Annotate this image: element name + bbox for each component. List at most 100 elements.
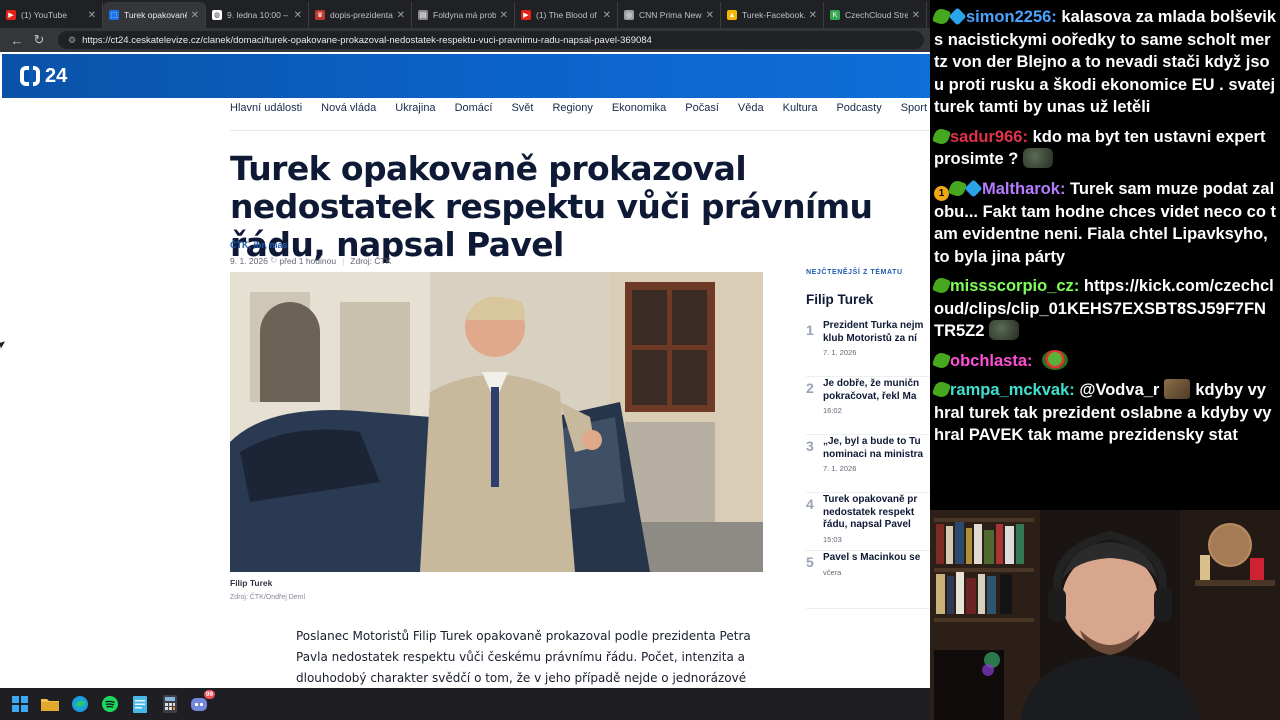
browser-tab[interactable]: ◍ 9. ledna 10:00 – Sl ✕ (206, 2, 309, 28)
username-separator: : (1022, 127, 1033, 146)
related-article-rank: 2 (806, 380, 814, 396)
username-separator: : (1059, 179, 1071, 198)
chat-username[interactable]: obchlasta (950, 352, 1027, 370)
related-article-date: 7. 1. 2026 (823, 348, 857, 357)
related-articles-list: 1 Prezident Turka nejm klub Motoristů za … (806, 320, 930, 610)
nav-item[interactable]: Kultura (783, 102, 818, 114)
article-source: Zdroj: ČTK (350, 255, 392, 266)
nav-item[interactable]: Regiony (552, 102, 592, 114)
tab-favicon-icon: ▶ (521, 10, 531, 20)
nav-divider (230, 130, 930, 131)
site-info-icon[interactable]: ⚙ (68, 35, 76, 46)
nav-item[interactable]: Věda (738, 102, 764, 114)
browser-tab[interactable]: ▶ (1) YouTube ✕ (0, 2, 103, 28)
tab-title: CzechCloud Strea (845, 10, 908, 20)
article-photo[interactable] (230, 272, 763, 572)
chat-emote-icon (1023, 148, 1054, 168)
article-authors[interactable]: ČTK, ibr, mas (230, 240, 288, 250)
photo-caption: Filip Turek (230, 578, 273, 588)
tab-close-icon[interactable]: ✕ (500, 10, 508, 21)
spotify-icon[interactable] (100, 694, 120, 714)
username-separator: : (1073, 277, 1084, 295)
nav-item[interactable]: Domácí (455, 102, 493, 114)
windows-start-icon[interactable] (10, 694, 30, 714)
browser-tab[interactable]: ♛ dopis-prezidenta ✕ (309, 2, 412, 28)
nav-item[interactable]: Ekonomika (612, 102, 666, 114)
browser-tab[interactable]: ⬚ Turek opakovaně ✕ (103, 2, 206, 28)
browser-tab[interactable]: ◎ CNN Prima News ✕ (618, 2, 721, 28)
nav-item[interactable]: Ukrajina (395, 102, 435, 114)
tab-close-icon[interactable]: ✕ (706, 10, 714, 21)
tab-close-icon[interactable]: ✕ (912, 10, 920, 21)
related-article[interactable]: 3 „Je, byl a bude to Tu nominaci na minis… (806, 436, 930, 493)
url-text: https://ct24.ceskatelevize.cz/clanek/dom… (82, 34, 652, 46)
chat-username[interactable]: simon2256 (966, 8, 1051, 26)
site-header: 24 (2, 54, 930, 98)
blue-badge-icon (948, 7, 967, 26)
green-badge-icon (931, 379, 952, 400)
chat-emote-icon (1164, 379, 1191, 399)
browser-tab[interactable]: ▶ (1) The Blood of D ✕ (515, 2, 618, 28)
browser-toolbar: ← ↻ ⚙ https://ct24.ceskatelevize.cz/clan… (0, 28, 930, 52)
chat-username[interactable]: sadur966 (950, 128, 1022, 146)
tab-favicon-icon: K (830, 10, 840, 20)
edge-browser-icon[interactable] (70, 694, 90, 714)
chat-username[interactable]: rampa_mckvak (950, 381, 1069, 399)
tab-favicon-icon: ♛ (315, 10, 325, 20)
ct-logo-icon (20, 66, 40, 86)
tab-close-icon[interactable]: ✕ (88, 10, 96, 21)
tab-favicon-icon: ▤ (418, 10, 428, 20)
chat-username[interactable]: Maltharok (982, 180, 1060, 198)
browser-tab[interactable]: ▤ Foldyna má probl ✕ (412, 2, 515, 28)
related-topic-title[interactable]: Filip Turek (806, 292, 873, 307)
discord-notification-badge: 99 (203, 690, 215, 699)
related-article-title[interactable]: Prezident Turka nejm klub Motoristů za n… (823, 320, 930, 345)
nav-item[interactable]: Svět (511, 102, 533, 114)
discord-icon[interactable]: 99 (190, 690, 215, 714)
related-article-title[interactable]: Pavel s Macinkou se (823, 552, 930, 565)
tab-close-icon[interactable]: ✕ (294, 10, 302, 21)
tab-close-icon[interactable]: ✕ (191, 10, 199, 21)
nav-item[interactable]: Sport (901, 102, 927, 114)
tab-title: Turek-Facebook.p (742, 10, 805, 20)
main-navigation: Hlavní události Nová vláda Ukrajina Domácí S… (230, 102, 930, 114)
username-separator: : (1051, 8, 1062, 26)
tab-close-icon[interactable]: ✕ (809, 10, 817, 21)
file-explorer-icon[interactable] (40, 694, 60, 714)
tab-close-icon[interactable]: ✕ (603, 10, 611, 21)
tab-close-icon[interactable]: ✕ (397, 10, 405, 21)
green-badge-icon (931, 126, 952, 146)
calculator-icon[interactable] (160, 694, 180, 714)
notepad-icon[interactable] (130, 694, 150, 714)
address-bar[interactable]: ⚙ https://ct24.ceskatelevize.cz/clanek/d… (58, 31, 924, 49)
nav-item[interactable]: Nová vláda (321, 102, 376, 114)
article-body: Poslanec Motoristů Filip Turek opakovaně… (296, 629, 751, 685)
blue-badge-icon (964, 178, 983, 198)
related-article-date: včera (823, 567, 842, 577)
chat-emote-icon (1042, 349, 1069, 370)
related-article[interactable]: 2 Je dobře, že muničn pokračovat, řekl Ma… (806, 378, 930, 435)
chat-message: missscorpio_cz: https://kick.com/czechcl… (931, 275, 1276, 343)
article-headline: Turek opakovaně prokazoval nedostatek re… (230, 149, 873, 264)
related-article-title[interactable]: Je dobře, že muničn pokračovat, řekl Ma (823, 378, 930, 403)
back-icon[interactable]: ← (6, 33, 28, 48)
nav-item[interactable]: Podcasty (836, 102, 881, 114)
chat-username[interactable]: missscorpio_cz (950, 277, 1074, 295)
chat-message: sadur966: kdo ma byt ten ustavni expert … (931, 126, 1276, 171)
nav-item[interactable]: Hlavní události (230, 102, 302, 114)
ct24-logo[interactable]: 24 (20, 65, 67, 88)
browser-tab[interactable]: ▲ Turek-Facebook.p ✕ (721, 2, 824, 28)
chat-message: obchlasta: (931, 349, 1276, 373)
related-article[interactable]: 5 Pavel s Macinkou se včera (806, 552, 930, 609)
tab-favicon-icon: ▲ (727, 10, 737, 20)
related-article[interactable]: 4 Turek opakovaně pr nedostatek respekt ř… (806, 494, 930, 551)
related-article-title[interactable]: „Je, byl a bude to Tu nominaci na minist… (823, 436, 930, 461)
related-article-date: 16:02 (823, 406, 842, 415)
reload-icon[interactable]: ↻ (28, 32, 50, 48)
browser-tab[interactable]: K CzechCloud Strea ✕ (824, 2, 927, 28)
tab-title: Turek opakovaně (124, 10, 187, 20)
related-article[interactable]: 1 Prezident Turka nejm klub Motoristů za … (806, 320, 930, 377)
nav-item[interactable]: Počasí (685, 102, 719, 114)
related-article-title[interactable]: Turek opakovaně pr nedostatek respekt řá… (823, 494, 930, 532)
article-meta: 9. 1. 2026 ↻ před 1 hodinou | Zdroj: ČTK (230, 255, 391, 266)
